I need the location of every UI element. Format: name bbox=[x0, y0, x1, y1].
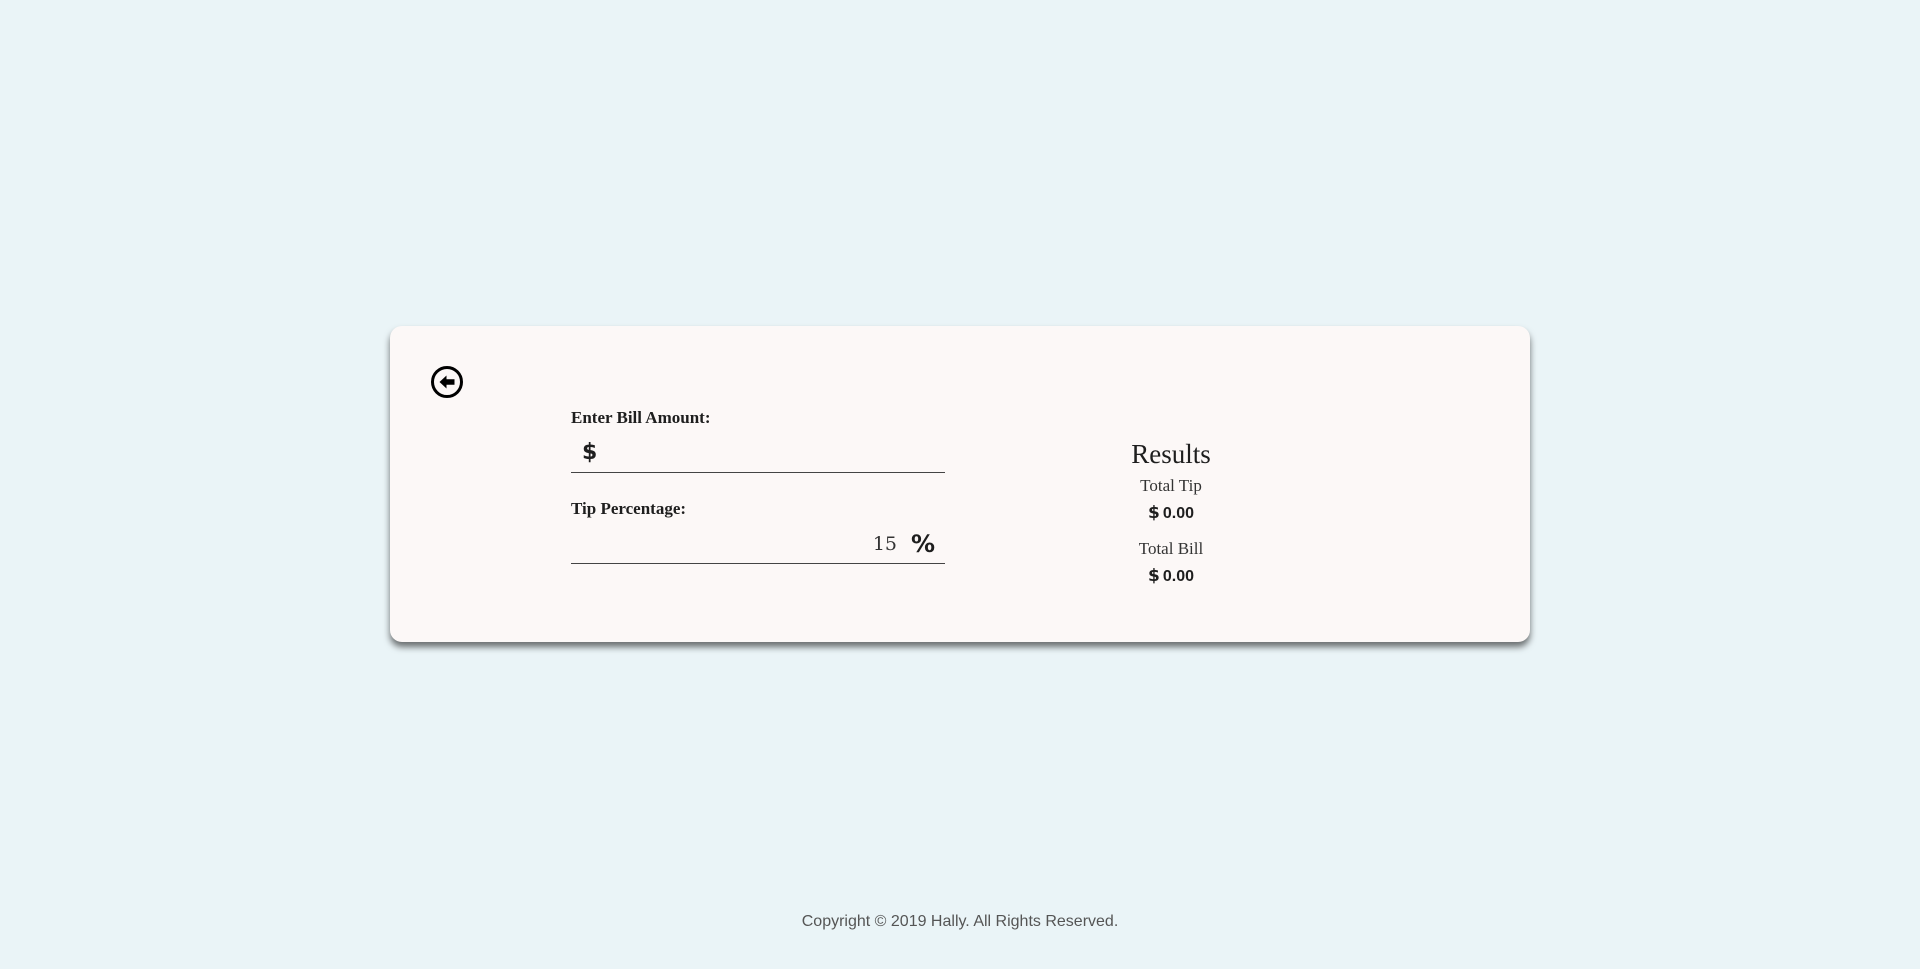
bill-amount-field: $ bbox=[571, 434, 945, 473]
footer-copyright: Copyright © 2019 Hally. All Rights Reser… bbox=[801, 913, 1119, 930]
percent-icon: % bbox=[911, 530, 936, 558]
bill-amount-label: Enter Bill Amount: bbox=[571, 408, 711, 427]
total-tip-value: $0.00 bbox=[1080, 503, 1262, 524]
total-tip-amount: 0.00 bbox=[1162, 505, 1194, 522]
dollar-icon: $ bbox=[582, 440, 598, 465]
results-title: Results bbox=[1131, 439, 1211, 469]
tip-percentage-input[interactable] bbox=[571, 527, 911, 561]
total-bill-dollar-icon: $ bbox=[1148, 566, 1160, 586]
tip-percentage-label: Tip Percentage: bbox=[571, 499, 687, 518]
total-bill-amount: 0.00 bbox=[1162, 568, 1194, 585]
total-bill-value: $0.00 bbox=[1080, 566, 1262, 587]
total-bill-label: Total Bill bbox=[1138, 539, 1204, 558]
tip-percentage-field: % bbox=[571, 525, 945, 564]
bill-amount-input[interactable] bbox=[606, 436, 945, 470]
total-tip-label: Total Tip bbox=[1140, 476, 1202, 495]
tip-calculator-card: Enter Bill Amount: $ Tip Percentage: % R… bbox=[390, 326, 1530, 642]
results-panel: Results Total Tip $0.00 Total Bill $0.00 bbox=[1080, 438, 1262, 587]
total-tip-dollar-icon: $ bbox=[1148, 503, 1160, 523]
back-arrow-icon[interactable] bbox=[430, 365, 464, 399]
